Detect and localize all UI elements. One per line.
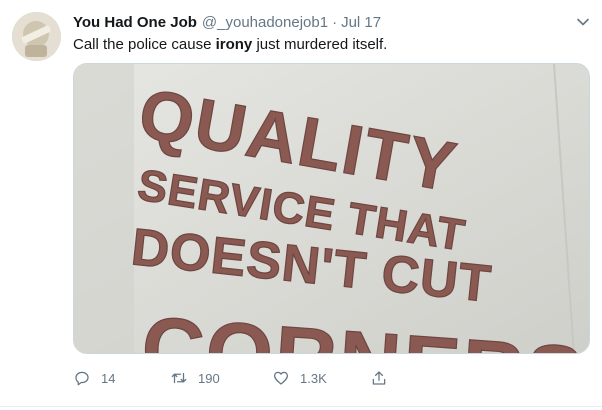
tweet-date[interactable]: Jul 17 xyxy=(341,14,381,31)
reply-icon xyxy=(75,371,89,386)
like-button[interactable]: 1.3K xyxy=(272,369,327,387)
tweet-text: Call the police cause irony just murdere… xyxy=(73,35,387,55)
sign-photo: QUALITY SERVICE THAT DOESN'T CUT CORNERS xyxy=(74,64,589,353)
divider xyxy=(0,406,602,407)
avatar[interactable] xyxy=(12,12,61,61)
reply-button[interactable]: 14 xyxy=(73,369,115,387)
retweet-button[interactable]: 190 xyxy=(170,369,220,387)
separator-dot: · xyxy=(332,13,338,31)
tweet-text-bold: irony xyxy=(215,36,253,53)
author-name[interactable]: You Had One Job xyxy=(73,14,197,31)
tweet-actions: 14 190 1.3K xyxy=(73,369,593,391)
share-icon xyxy=(372,371,386,385)
tweet-text-start: Call the police cause xyxy=(73,36,216,53)
share-button[interactable] xyxy=(370,369,388,387)
retweet-icon xyxy=(171,372,187,384)
reply-count: 14 xyxy=(101,370,116,386)
tweet-image[interactable]: QUALITY SERVICE THAT DOESN'T CUT CORNERS xyxy=(73,63,590,354)
author-handle[interactable]: @_youhadonejob1 xyxy=(202,14,328,31)
retweet-count: 190 xyxy=(198,370,220,386)
tweet-text-end: just murdered itself. xyxy=(252,36,388,53)
like-count: 1.3K xyxy=(300,370,327,386)
chevron-down-icon[interactable] xyxy=(574,13,592,31)
tweet[interactable]: You Had One Job @_youhadonejob1 · Jul 17… xyxy=(0,0,602,410)
heart-icon xyxy=(273,371,289,385)
tweet-header: You Had One Job @_youhadonejob1 · Jul 17 xyxy=(73,12,381,32)
